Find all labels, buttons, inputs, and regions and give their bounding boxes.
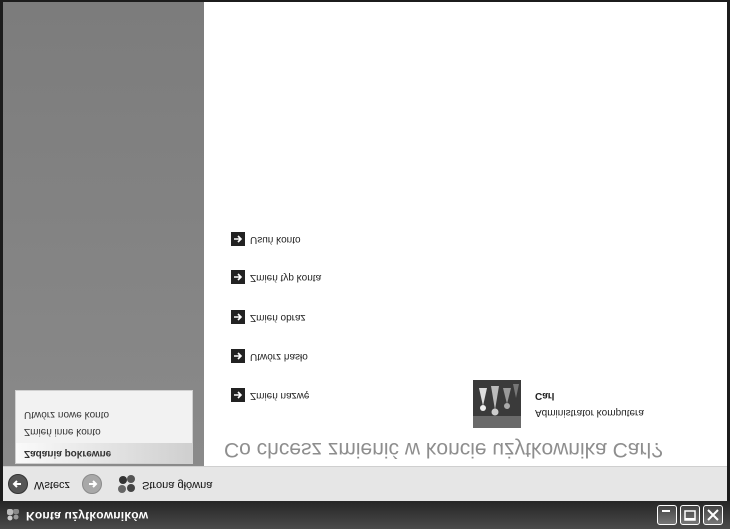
- minimize-button[interactable]: [657, 505, 677, 525]
- related-tasks-header: Zadania pokrewne: [16, 443, 192, 463]
- close-icon: [707, 509, 719, 521]
- page-title: Co chcesz zmienić w koncie użytkownika C…: [224, 438, 663, 461]
- home-icon[interactable]: [116, 474, 138, 494]
- back-label[interactable]: Wstecz: [34, 479, 70, 491]
- action-label: Zmień nazwę: [250, 390, 310, 401]
- window-title: Konta użytkowników: [26, 509, 149, 523]
- action-label: Zmień obraz: [250, 312, 306, 323]
- user-role: Administrator komputera: [535, 407, 644, 418]
- user-accounts-window: Konta użytkowników Wstecz Strona główna …: [0, 0, 730, 529]
- back-arrow-icon: [12, 480, 21, 488]
- change-other-account-link[interactable]: Zmień inne konto: [24, 426, 101, 437]
- action-label: Usuń konto: [250, 234, 301, 245]
- back-button[interactable]: [8, 474, 28, 494]
- main-content: Co chcesz zmienić w koncie użytkownika C…: [204, 2, 727, 466]
- user-accounts-icon: [7, 509, 19, 521]
- title-bar[interactable]: Konta użytkowników: [0, 501, 730, 529]
- right-arrow-icon: [231, 270, 245, 284]
- user-name: Carl: [535, 390, 555, 401]
- action-label: Utwórz hasło: [250, 351, 308, 362]
- right-arrow-icon: [231, 310, 245, 324]
- minimize-icon: [662, 510, 670, 512]
- forward-button[interactable]: [82, 474, 102, 494]
- action-label: Zmień typ konta: [250, 272, 322, 283]
- home-label[interactable]: Strona główna: [142, 479, 212, 491]
- sidebar: Zadania pokrewne Zmień inne konto Utwórz…: [3, 2, 204, 466]
- create-new-account-link[interactable]: Utwórz nowe konto: [24, 409, 109, 420]
- maximize-button[interactable]: [680, 505, 700, 525]
- right-arrow-icon: [231, 349, 245, 363]
- forward-arrow-icon: [89, 480, 98, 488]
- user-picture: [473, 380, 521, 428]
- right-arrow-icon: [231, 388, 245, 402]
- close-button[interactable]: [703, 505, 723, 525]
- right-arrow-icon: [231, 232, 245, 246]
- related-tasks-panel: Zadania pokrewne Zmień inne konto Utwórz…: [15, 390, 193, 464]
- maximize-icon: [684, 510, 696, 521]
- navigation-toolbar: Wstecz Strona główna: [3, 466, 727, 501]
